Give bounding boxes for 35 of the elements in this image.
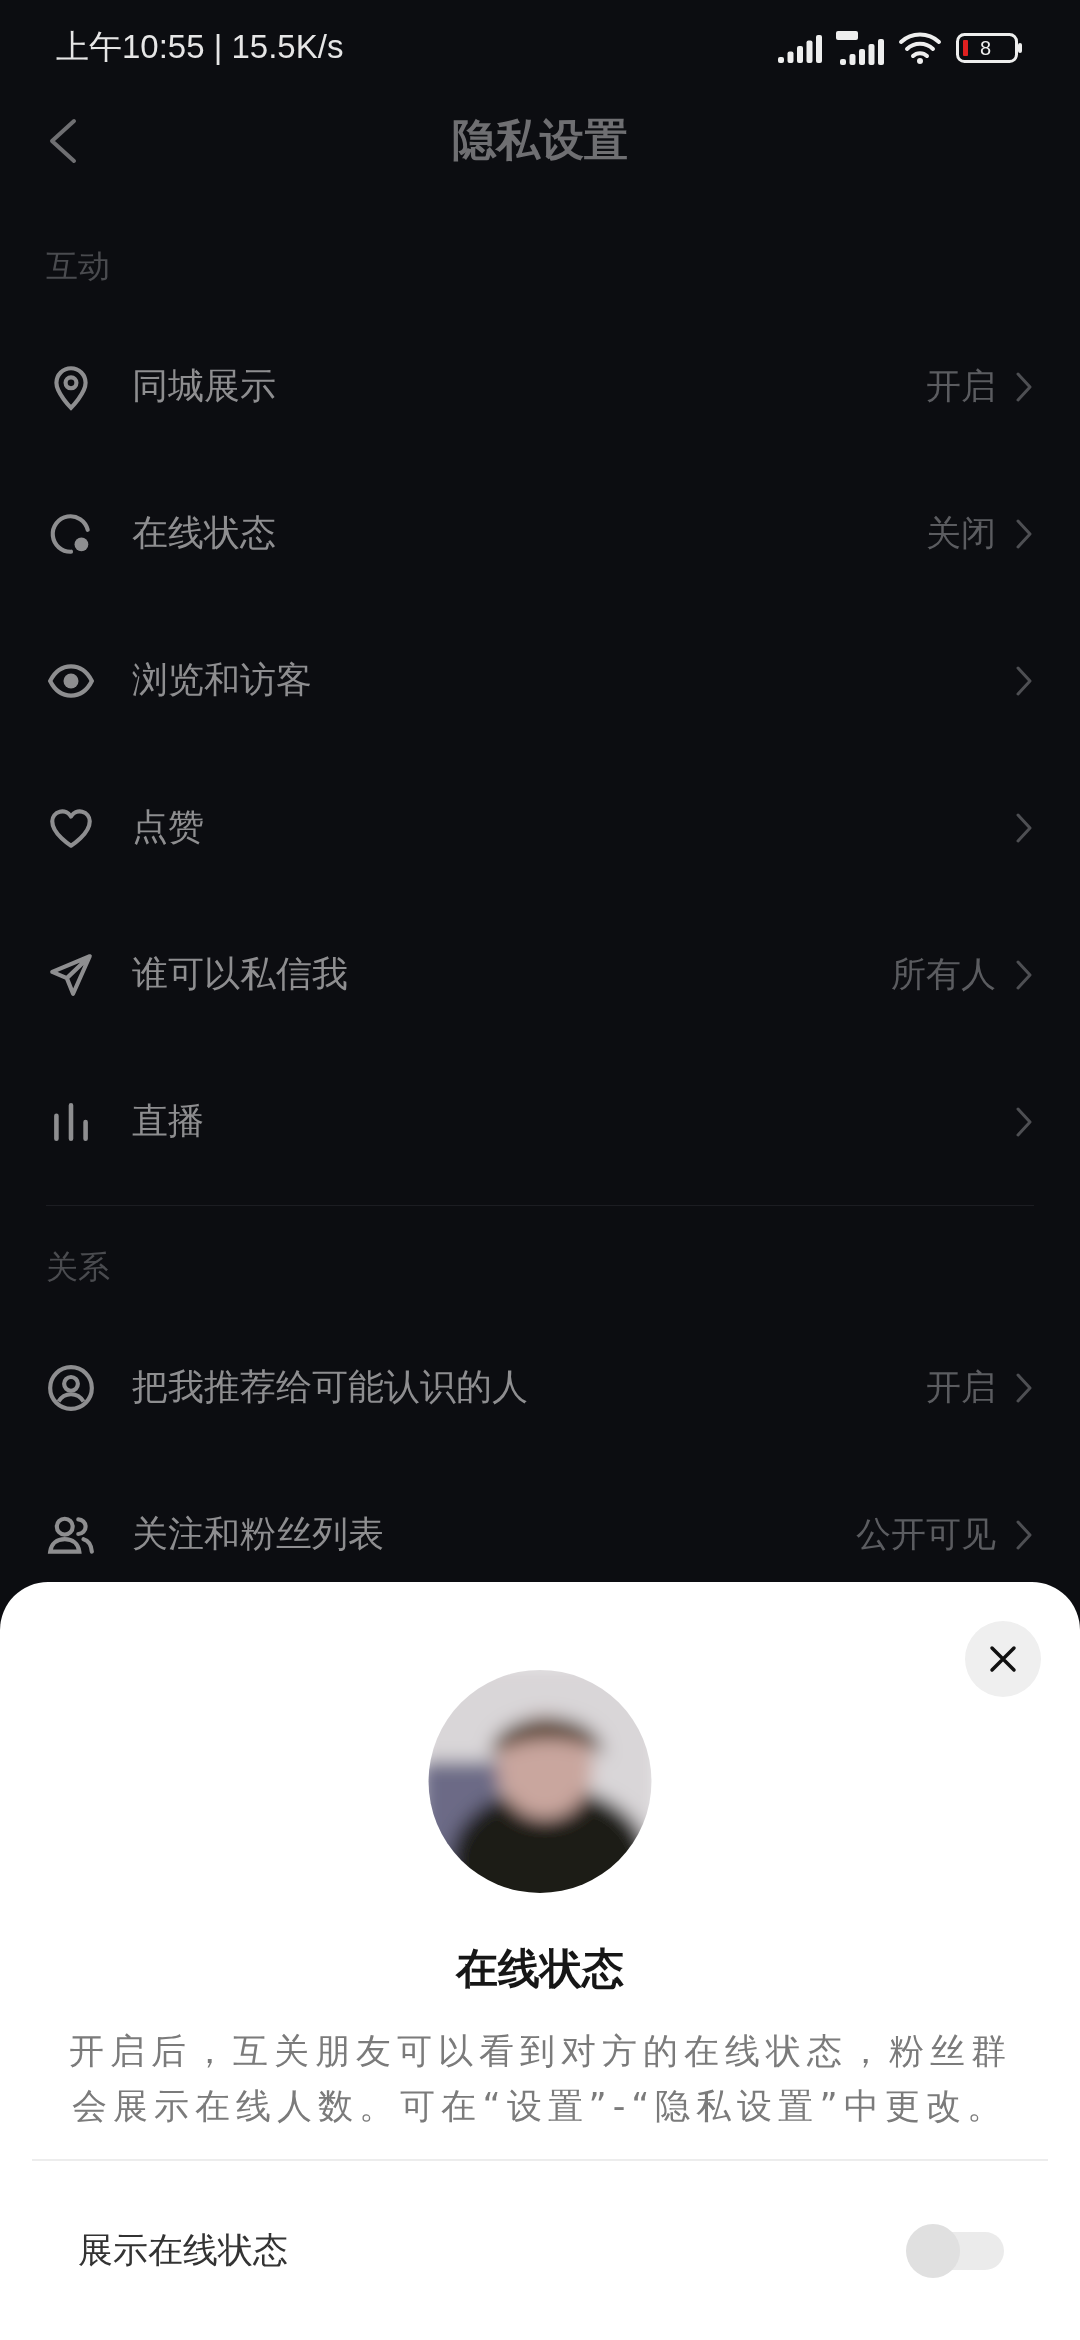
row-value: 开启 <box>926 1366 996 1409</box>
settings-row[interactable]: 谁可以私信我 所有人 <box>0 901 1080 1048</box>
signal-icon <box>778 32 824 63</box>
page-title: 隐私设置 <box>452 112 628 167</box>
row-value: 关闭 <box>926 512 996 555</box>
wifi-icon <box>898 30 944 65</box>
row-label: 谁可以私信我 <box>132 952 349 996</box>
section-title: 关系 <box>46 1248 110 1286</box>
row-label: 在线状态 <box>132 511 277 555</box>
sheet-title: 在线状态 <box>456 1942 624 1995</box>
row-value: 开启 <box>926 365 996 408</box>
settings-row[interactable]: 直播 <box>0 1048 1080 1195</box>
row-label: 把我推荐给可能认识的人 <box>132 1365 529 1409</box>
sheet-description: 开启后，互关朋友可以看到对方的在线状态，粉丝群会展示在线人数。可在“设置”-“隐私设置”中更改。 <box>67 2029 1013 2128</box>
section-title: 互动 <box>46 247 110 285</box>
settings-row[interactable]: 点赞 <box>0 754 1080 901</box>
hd-signal-icon <box>836 30 886 65</box>
settings-row[interactable]: 同城展示 开启 <box>0 313 1080 460</box>
row-label: 同城展示 <box>132 364 277 408</box>
status-time: 上午10:55 | 15.5K/s <box>56 27 344 67</box>
settings-row[interactable]: 在线状态 关闭 <box>0 460 1080 607</box>
toggle-switch[interactable] <box>906 2222 1004 2279</box>
settings-row[interactable]: 把我推荐给可能认识的人 开启 <box>0 1314 1080 1461</box>
row-value: 公开可见 <box>856 1513 996 1556</box>
row-label: 直播 <box>132 1099 205 1143</box>
row-value: 所有人 <box>891 953 996 996</box>
row-label: 浏览和访客 <box>132 658 313 702</box>
settings-row[interactable]: 浏览和访客 <box>0 607 1080 754</box>
close-icon <box>988 1644 1018 1674</box>
person-circle-icon <box>46 1362 96 1413</box>
battery-level: 8 <box>980 35 992 60</box>
battery-icon <box>956 32 1024 63</box>
row-label: 点赞 <box>132 805 205 849</box>
toggle-label: 展示在线状态 <box>78 2228 288 2272</box>
row-label: 关注和粉丝列表 <box>132 1512 385 1556</box>
